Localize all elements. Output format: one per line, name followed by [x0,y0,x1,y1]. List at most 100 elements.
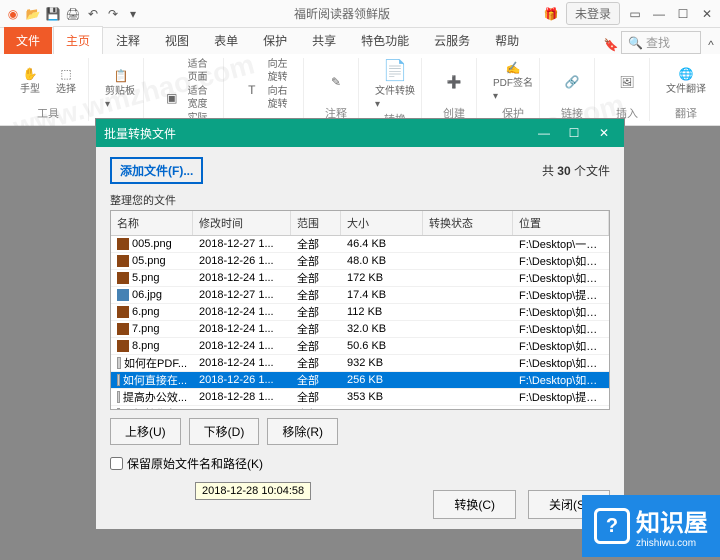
create-icon: ➕ [447,75,462,89]
dialog-titlebar[interactable]: 批量转换文件 — ☐ ✕ [96,119,624,147]
sign-tool[interactable]: ✍PDF签名▾ [493,58,533,105]
clipboard-icon: 📋 [114,69,129,83]
col-name[interactable]: 名称 [111,211,193,235]
open-icon[interactable]: 📂 [24,5,42,23]
skin-icon[interactable]: ▭ [626,5,644,23]
text-icon: T [248,83,255,97]
clipboard[interactable]: 📋剪贴板▾ [105,58,137,121]
file-icon [117,408,120,410]
table-row[interactable]: 06.jpg2018-12-27 1...全部17.4 KBF:\Desktop… [111,287,609,304]
date-tooltip: 2018-12-28 10:04:58 [195,482,311,500]
table-row[interactable]: 8.png2018-12-24 1...全部50.6 KBF:\Desktop\… [111,338,609,355]
highlight-tool[interactable]: ✎ [320,58,352,105]
file-icon [117,374,120,386]
remove-button[interactable]: 移除(R) [267,418,338,445]
tab-view[interactable]: 视图 [153,27,201,54]
insert-tool[interactable]: 🖼 [611,58,643,105]
table-row[interactable]: 如何直接在...2018-12-26 1...全部256 KBF:\Deskto… [111,372,609,389]
create-tool[interactable]: ➕ [438,58,470,105]
tab-share[interactable]: 共享 [300,27,348,54]
grid-header: 名称 修改时间 范围 大小 转换状态 位置 [111,211,609,236]
fit-width-label[interactable]: 适合宽度 [188,85,217,111]
convert-button[interactable]: 转换(C) [433,490,516,519]
brand-icon: ? [594,508,630,544]
translate-icon: 🌐 [679,67,694,81]
collapse-ribbon-icon[interactable]: ^ [702,36,720,54]
file-icon [117,289,129,301]
col-date[interactable]: 修改时间 [193,211,291,235]
tab-home[interactable]: 主页 [53,26,103,54]
app-logo-icon: ◉ [4,5,22,23]
organize-label: 整理您的文件 [110,192,610,208]
close-icon[interactable]: ✕ [698,5,716,23]
dialog-maximize-icon[interactable]: ☐ [562,123,586,143]
select-icon: ⬚ [60,67,71,81]
col-loc[interactable]: 位置 [513,211,609,235]
tab-comment[interactable]: 注释 [104,27,152,54]
move-up-button[interactable]: 上移(U) [110,418,181,445]
save-icon[interactable]: 💾 [44,5,62,23]
move-down-button[interactable]: 下移(D) [189,418,260,445]
keep-original-checkbox[interactable] [110,457,123,470]
table-row[interactable]: 6.png2018-12-24 1...全部112 KBF:\Desktop\如… [111,304,609,321]
brand-name: 知识屋 [636,503,708,538]
file-icon [117,357,121,369]
link-icon: 🔗 [565,75,580,89]
file-icon [117,391,120,403]
gift-icon[interactable]: 🎁 [542,5,560,23]
table-row[interactable]: 005.png2018-12-27 1...全部46.4 KBF:\Deskto… [111,236,609,253]
keep-original-label: 保留原始文件名和路径(K) [127,455,263,472]
col-status[interactable]: 转换状态 [423,211,513,235]
add-file-button[interactable]: 添加文件(F)... [110,157,203,184]
file-icon [117,238,129,250]
undo-icon[interactable]: ↶ [84,5,102,23]
col-size[interactable]: 大小 [341,211,423,235]
tab-protect[interactable]: 保护 [251,27,299,54]
tab-cloud[interactable]: 云服务 [422,27,482,54]
table-row[interactable]: 如何在PDF...2018-12-24 1...全部932 KBF:\Deskt… [111,355,609,372]
table-row[interactable]: 一招教你免...2018-12-28 1...全部385 KBF:\Deskto… [111,406,609,410]
text-tool[interactable]: T [240,58,264,121]
grid-body[interactable]: 005.png2018-12-27 1...全部46.4 KBF:\Deskto… [111,236,609,410]
convert-icon: 📄 [383,58,408,83]
tab-file[interactable]: 文件 [4,27,52,54]
titlebar: ◉ 📂 💾 🖨 ↶ ↷ ▾ 福昕阅读器领鲜版 🎁 未登录 ▭ — ☐ ✕ [0,0,720,28]
table-row[interactable]: 提高办公效...2018-12-28 1...全部353 KBF:\Deskto… [111,389,609,406]
table-row[interactable]: 7.png2018-12-24 1...全部32.0 KBF:\Desktop\… [111,321,609,338]
bookmark-icon[interactable]: 🔖 [602,36,620,54]
select-tool[interactable]: ⬚选择 [50,58,82,105]
table-row[interactable]: 05.png2018-12-26 1...全部48.0 KBF:\Desktop… [111,253,609,270]
maximize-icon[interactable]: ☐ [674,5,692,23]
batch-convert-dialog: 批量转换文件 — ☐ ✕ 添加文件(F)... 共 30 个文件 整理您的文件 … [95,118,625,530]
dialog-title: 批量转换文件 [104,125,176,142]
rotate-right[interactable]: 向右旋转 [268,85,297,111]
dropdown-icon[interactable]: ▾ [124,5,142,23]
file-icon [117,306,129,318]
search-icon: 🔍 [628,36,643,50]
dialog-minimize-icon[interactable]: — [532,123,556,143]
translate-tool[interactable]: 🌐文件翻译 [666,58,706,105]
convert-tool[interactable]: 📄文件转换▾ [375,58,415,111]
link-tool[interactable]: 🔗 [556,58,588,105]
ribbon-tabs: 文件 主页 注释 视图 表单 保护 共享 特色功能 云服务 帮助 🔖 🔍查找 ^ [0,28,720,54]
hand-tool[interactable]: ✋手型 [14,58,46,105]
fit-page-label[interactable]: 适合页面 [188,58,217,84]
sign-icon: ✍ [506,61,521,75]
dialog-close-icon[interactable]: ✕ [592,123,616,143]
tab-form[interactable]: 表单 [202,27,250,54]
tab-help[interactable]: 帮助 [483,27,531,54]
ribbon: ✋手型 ⬚选择 工具 📋剪贴板▾ ▣ 适合页面 适合宽度 实际大小 视图 T 向… [0,54,720,126]
login-status[interactable]: 未登录 [566,2,620,25]
redo-icon[interactable]: ↷ [104,5,122,23]
tab-feature[interactable]: 特色功能 [349,27,421,54]
print-icon[interactable]: 🖨 [64,5,82,23]
file-icon [117,340,129,352]
file-icon [117,272,129,284]
table-row[interactable]: 5.png2018-12-24 1...全部172 KBF:\Desktop\如… [111,270,609,287]
rotate-left[interactable]: 向左旋转 [268,58,297,84]
minimize-icon[interactable]: — [650,5,668,23]
col-range[interactable]: 范围 [291,211,341,235]
search-input[interactable]: 🔍查找 [621,31,701,54]
file-icon [117,255,129,267]
file-icon [117,323,129,335]
